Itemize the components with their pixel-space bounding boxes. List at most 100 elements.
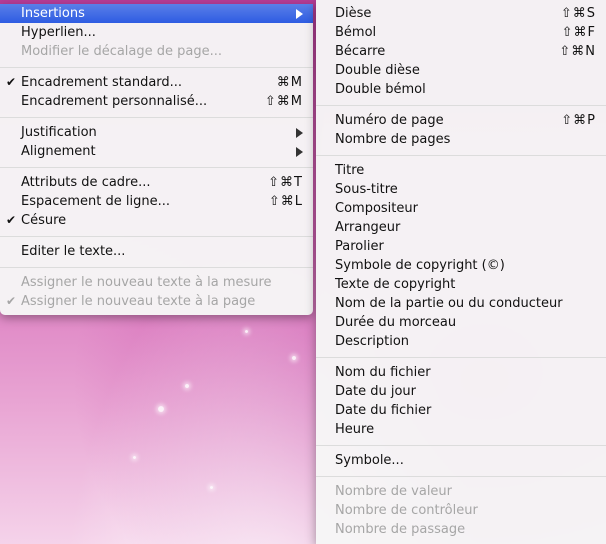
- menu-item-editer-texte[interactable]: Editer le texte...: [0, 242, 313, 261]
- menu-item-modifier-decalage: Modifier le décalage de page...: [0, 42, 313, 61]
- menu-item-label: Nombre de passage: [335, 522, 466, 537]
- menu-item-shortcut: ⇧⌘P: [561, 113, 596, 128]
- menu-item-label: Double bémol: [335, 82, 426, 97]
- submenu-arrow-icon: [296, 9, 303, 19]
- menu-item-assigner-mesure: Assigner le nouveau texte à la mesure: [0, 273, 313, 292]
- menu-item-label: Heure: [335, 422, 375, 437]
- menu-item-shortcut: ⇧⌘L: [268, 194, 303, 209]
- insertions-submenu: Dièse ⇧⌘S Bémol ⇧⌘F Bécarre ⇧⌘N Double d…: [316, 0, 606, 544]
- submenu-item-nombre-pages[interactable]: Nombre de pages: [316, 130, 606, 149]
- menu-separator: [316, 357, 606, 358]
- format-menu: Insertions Hyperlien... Modifier le déca…: [0, 4, 313, 315]
- menu-separator: [316, 105, 606, 106]
- submenu-item-date-jour[interactable]: Date du jour: [316, 382, 606, 401]
- submenu-item-nom-partie[interactable]: Nom de la partie ou du conducteur: [316, 294, 606, 313]
- menu-item-label: Bécarre: [335, 44, 386, 59]
- submenu-item-numero-page[interactable]: Numéro de page ⇧⌘P: [316, 111, 606, 130]
- checkmark-icon: ✔: [6, 213, 17, 227]
- submenu-item-diese[interactable]: Dièse ⇧⌘S: [316, 4, 606, 23]
- submenu-item-texte-copyright[interactable]: Texte de copyright: [316, 275, 606, 294]
- desktop-sparkle: [210, 486, 213, 489]
- menu-item-label: Nombre de contrôleur: [335, 503, 478, 518]
- menu-item-label: Modifier le décalage de page...: [21, 44, 223, 59]
- submenu-item-nombre-passage: Nombre de passage: [316, 520, 606, 539]
- menu-item-alignement[interactable]: Alignement: [0, 142, 313, 161]
- menu-item-label: Alignement: [21, 144, 96, 159]
- menu-separator: [316, 476, 606, 477]
- submenu-item-duree-morceau[interactable]: Durée du morceau: [316, 313, 606, 332]
- menu-item-shortcut: ⇧⌘F: [561, 25, 596, 40]
- menu-item-label: Date du fichier: [335, 403, 432, 418]
- menu-item-shortcut: ⇧⌘M: [264, 94, 303, 109]
- menu-item-encadrement-standard[interactable]: ✔ Encadrement standard... ⌘M: [0, 73, 313, 92]
- menu-item-label: Titre: [335, 163, 365, 178]
- submenu-item-date-fichier[interactable]: Date du fichier: [316, 401, 606, 420]
- menu-item-label: Hyperlien...: [21, 25, 96, 40]
- menu-item-label: Bémol: [335, 25, 377, 40]
- menu-item-label: Symbole de copyright (©): [335, 258, 505, 273]
- submenu-item-description[interactable]: Description: [316, 332, 606, 351]
- menu-item-label: Numéro de page: [335, 113, 444, 128]
- menu-separator: [0, 267, 313, 268]
- submenu-item-double-bemol[interactable]: Double bémol: [316, 80, 606, 99]
- menu-separator: [0, 67, 313, 68]
- menu-separator: [0, 236, 313, 237]
- submenu-item-sous-titre[interactable]: Sous-titre: [316, 180, 606, 199]
- checkmark-icon: ✔: [6, 75, 17, 89]
- menu-item-label: Compositeur: [335, 201, 418, 216]
- desktop-sparkle: [158, 406, 164, 412]
- submenu-item-becarre[interactable]: Bécarre ⇧⌘N: [316, 42, 606, 61]
- menu-item-label: Insertions: [21, 6, 85, 21]
- menu-separator: [0, 167, 313, 168]
- menu-separator: [316, 155, 606, 156]
- menu-item-espacement-ligne[interactable]: Espacement de ligne... ⇧⌘L: [0, 192, 313, 211]
- submenu-item-parolier[interactable]: Parolier: [316, 237, 606, 256]
- menu-item-hyperlien[interactable]: Hyperlien...: [0, 23, 313, 42]
- submenu-item-arrangeur[interactable]: Arrangeur: [316, 218, 606, 237]
- submenu-item-symbole[interactable]: Symbole...: [316, 451, 606, 470]
- submenu-item-symbole-copyright[interactable]: Symbole de copyright (©): [316, 256, 606, 275]
- menu-item-shortcut: ⇧⌘T: [268, 175, 303, 190]
- menu-item-label: Encadrement personnalisé...: [21, 94, 208, 109]
- menu-item-label: Justification: [21, 125, 97, 140]
- menu-separator: [316, 445, 606, 446]
- submenu-item-double-diese[interactable]: Double dièse: [316, 61, 606, 80]
- submenu-item-titre[interactable]: Titre: [316, 161, 606, 180]
- menu-item-label: Double dièse: [335, 63, 420, 78]
- menu-item-cesure[interactable]: ✔ Césure: [0, 211, 313, 230]
- menu-item-label: Attributs de cadre...: [21, 175, 151, 190]
- menu-item-label: Encadrement standard...: [21, 75, 183, 90]
- menu-item-label: Espacement de ligne...: [21, 194, 170, 209]
- menu-item-label: Dièse: [335, 6, 372, 21]
- menu-item-insertions[interactable]: Insertions: [0, 4, 313, 23]
- menu-item-encadrement-personnalise[interactable]: Encadrement personnalisé... ⇧⌘M: [0, 92, 313, 111]
- menu-item-label: Nombre de valeur: [335, 484, 453, 499]
- menu-item-label: Description: [335, 334, 410, 349]
- menu-item-justification[interactable]: Justification: [0, 123, 313, 142]
- menu-item-label: Assigner le nouveau texte à la mesure: [21, 275, 272, 290]
- submenu-item-nombre-valeur: Nombre de valeur: [316, 482, 606, 501]
- submenu-item-bemol[interactable]: Bémol ⇧⌘F: [316, 23, 606, 42]
- menu-item-label: Césure: [21, 213, 67, 228]
- menu-item-label: Parolier: [335, 239, 384, 254]
- menu-item-shortcut: ⇧⌘N: [559, 44, 596, 59]
- submenu-item-heure[interactable]: Heure: [316, 420, 606, 439]
- submenu-arrow-icon: [296, 147, 303, 157]
- menu-item-label: Nombre de pages: [335, 132, 451, 147]
- submenu-arrow-icon: [296, 128, 303, 138]
- menu-item-attributs-cadre[interactable]: Attributs de cadre... ⇧⌘T: [0, 173, 313, 192]
- submenu-item-nom-fichier[interactable]: Nom du fichier: [316, 363, 606, 382]
- checkmark-icon: ✔: [6, 294, 17, 308]
- menu-item-label: Symbole...: [335, 453, 404, 468]
- submenu-item-compositeur[interactable]: Compositeur: [316, 199, 606, 218]
- menu-item-label: Assigner le nouveau texte à la page: [21, 294, 256, 309]
- menu-item-label: Durée du morceau: [335, 315, 457, 330]
- menu-item-assigner-page: ✔ Assigner le nouveau texte à la page: [0, 292, 313, 311]
- desktop-sparkle: [292, 356, 296, 360]
- menu-item-label: Arrangeur: [335, 220, 401, 235]
- menu-item-label: Texte de copyright: [335, 277, 456, 292]
- menu-item-label: Nom du fichier: [335, 365, 431, 380]
- menu-item-shortcut: ⌘M: [276, 75, 303, 90]
- menu-item-label: Nom de la partie ou du conducteur: [335, 296, 563, 311]
- desktop-sparkle: [245, 330, 248, 333]
